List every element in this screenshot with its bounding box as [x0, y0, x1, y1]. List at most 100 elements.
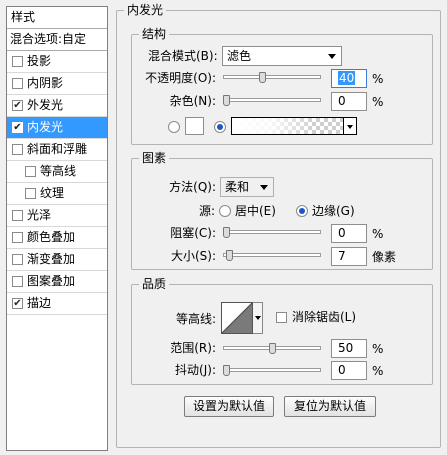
range-slider-thumb[interactable] [268, 343, 276, 354]
style-item-checkbox[interactable] [12, 210, 23, 221]
gradient-radio[interactable] [214, 121, 226, 133]
jitter-label: 抖动(J): [175, 363, 216, 377]
style-item[interactable]: 光泽 [7, 205, 107, 227]
contour-preview[interactable] [221, 302, 253, 334]
style-item-checkbox[interactable]: ✔ [12, 298, 23, 309]
style-item-checkbox[interactable] [12, 56, 23, 67]
style-item[interactable]: 斜面和浮雕 [7, 139, 107, 161]
contour-picker-button[interactable] [253, 302, 263, 334]
blend-mode-dropdown[interactable]: 滤色 [222, 46, 342, 66]
jitter-input[interactable]: 0 [331, 361, 367, 380]
range-input-value: 50 [338, 341, 354, 355]
quality-title: 品质 [139, 276, 170, 292]
opacity-label: 不透明度(O): [145, 71, 216, 85]
opacity-slider-thumb[interactable] [259, 72, 267, 83]
size-slider-thumb[interactable] [225, 250, 233, 261]
choke-input-value: 0 [338, 226, 346, 240]
chevron-down-icon [255, 316, 261, 320]
noise-input[interactable]: 0 [331, 92, 367, 111]
style-item[interactable]: 投影 [7, 51, 107, 73]
choke-input[interactable]: 0 [331, 224, 367, 243]
style-item-label: 光泽 [27, 208, 52, 222]
contour-label: 等高线: [176, 312, 217, 326]
technique-dropdown[interactable]: 柔和 [220, 177, 274, 197]
styles-list-panel: 样式 混合选项:自定 投影内阴影 ✔ 外发光 ✔ 内发光斜面和浮雕等高线纹理光泽颜色叠加… [6, 6, 108, 451]
style-item-checkbox[interactable] [25, 166, 36, 177]
anti-alias-label[interactable]: 消除锯齿(L) [292, 309, 356, 325]
choke-slider-track[interactable] [223, 230, 321, 234]
source-center-label[interactable]: 居中(E) [235, 203, 276, 219]
structure-title: 结构 [139, 26, 170, 42]
blend-mode-label: 混合模式(B): [148, 49, 218, 63]
style-item-label: 斜面和浮雕 [27, 142, 88, 156]
style-item-checkbox[interactable]: ✔ [12, 100, 23, 111]
choke-unit: % [372, 227, 384, 241]
style-item-checkbox[interactable] [12, 232, 23, 243]
chevron-down-icon [328, 54, 336, 59]
glow-color-swatch[interactable] [185, 117, 204, 135]
gradient-picker-button[interactable] [344, 117, 357, 135]
style-item-label: 投影 [27, 54, 52, 68]
style-item-label: 内发光 [27, 120, 64, 134]
chevron-down-icon [260, 185, 268, 190]
inner-glow-title: 内发光 [124, 2, 167, 18]
size-label: 大小(S): [170, 249, 216, 263]
style-item[interactable]: 纹理 [7, 183, 107, 205]
style-item-checkbox[interactable] [12, 276, 23, 287]
range-label: 范围(R): [170, 341, 216, 355]
style-item-label: 图案叠加 [27, 274, 76, 288]
size-input[interactable]: 7 [331, 247, 367, 266]
style-item-checkbox[interactable]: ✔ [12, 122, 23, 133]
noise-label: 杂色(N): [169, 94, 216, 108]
opacity-unit: % [372, 72, 384, 86]
size-unit: 像素 [372, 250, 397, 264]
style-item-checkbox[interactable] [25, 188, 36, 199]
style-item[interactable]: 颜色叠加 [7, 227, 107, 249]
style-item[interactable]: 渐变叠加 [7, 249, 107, 271]
style-item[interactable]: ✔ 外发光 [7, 95, 107, 117]
blending-options-item[interactable]: 混合选项:自定 [7, 29, 107, 51]
style-item[interactable]: ✔ 内发光 [7, 117, 107, 139]
technique-value: 柔和 [225, 180, 250, 194]
style-item-checkbox[interactable] [12, 144, 23, 155]
elements-title: 图素 [139, 150, 170, 166]
jitter-unit: % [372, 364, 384, 378]
choke-slider-thumb[interactable] [223, 227, 230, 238]
jitter-slider-thumb[interactable] [223, 365, 230, 376]
reset-default-button[interactable]: 复位为默认值 [284, 396, 376, 417]
choke-label: 阻塞(C): [170, 226, 216, 240]
style-item[interactable]: 内阴影 [7, 73, 107, 95]
make-default-button[interactable]: 设置为默认值 [184, 396, 274, 417]
style-item[interactable]: ✔ 描边 [7, 293, 107, 315]
source-edge-label[interactable]: 边缘(G) [312, 203, 355, 219]
style-item-checkbox[interactable] [12, 254, 23, 265]
noise-slider-thumb[interactable] [223, 95, 230, 106]
style-item[interactable]: 图案叠加 [7, 271, 107, 293]
style-item-label: 等高线 [40, 164, 77, 178]
style-item[interactable]: 等高线 [7, 161, 107, 183]
jitter-slider-track[interactable] [223, 368, 321, 372]
noise-input-value: 0 [338, 94, 346, 108]
opacity-input[interactable]: 40 [331, 69, 367, 88]
source-edge-radio[interactable] [296, 205, 308, 217]
contour-curve-icon [221, 302, 253, 334]
opacity-input-value: 40 [338, 71, 356, 85]
style-item-label: 外发光 [27, 98, 64, 112]
technique-label: 方法(Q): [169, 180, 216, 194]
solid-color-radio[interactable] [168, 121, 180, 133]
chevron-down-icon [347, 125, 353, 129]
style-item-checkbox[interactable] [12, 78, 23, 89]
style-item-label: 颜色叠加 [27, 230, 76, 244]
range-unit: % [372, 342, 384, 356]
style-item-label: 纹理 [40, 186, 65, 200]
size-slider-track[interactable] [223, 253, 321, 257]
noise-unit: % [372, 95, 384, 109]
anti-alias-checkbox[interactable] [276, 312, 287, 323]
layer-style-dialog: 样式 混合选项:自定 投影内阴影 ✔ 外发光 ✔ 内发光斜面和浮雕等高线纹理光泽颜色叠加… [0, 0, 447, 455]
source-center-radio[interactable] [219, 205, 231, 217]
styles-header[interactable]: 样式 [7, 7, 107, 29]
glow-gradient-preview[interactable] [231, 117, 344, 135]
noise-slider-track[interactable] [223, 98, 321, 102]
opacity-slider-track[interactable] [223, 75, 321, 79]
range-input[interactable]: 50 [331, 339, 367, 358]
